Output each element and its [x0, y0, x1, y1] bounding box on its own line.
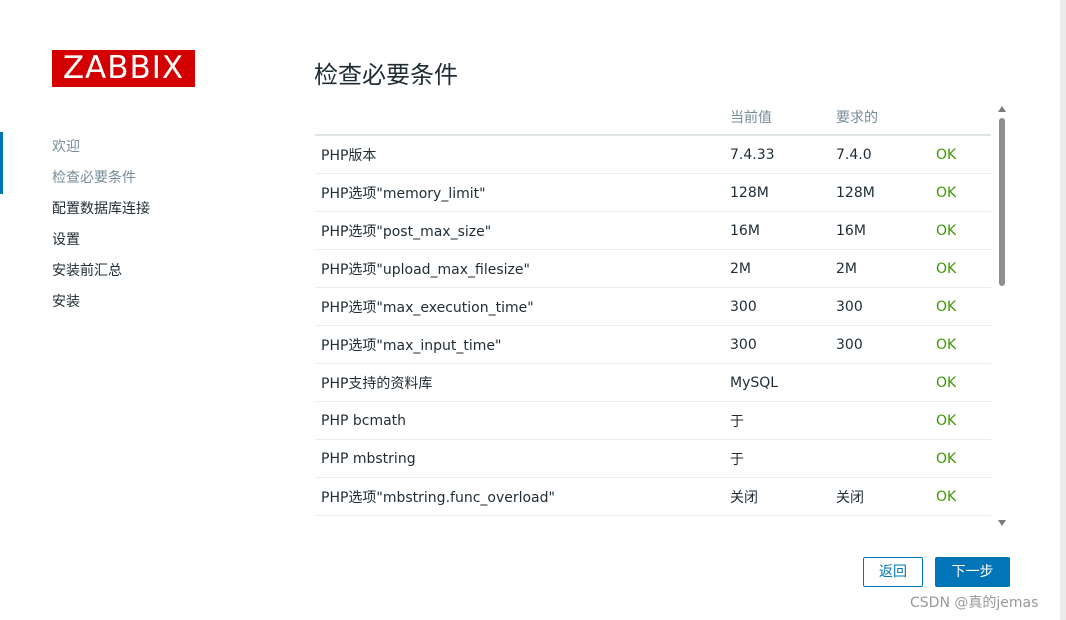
- required-value: 16M: [836, 211, 936, 250]
- requirement-name: PHP mbstring: [315, 439, 730, 478]
- current-value: 128M: [730, 173, 836, 212]
- csdn-watermark: CSDN @真的jemas: [910, 595, 1039, 611]
- current-value: 7.4.33: [730, 135, 836, 174]
- required-value: 关闭: [836, 477, 936, 516]
- required-value: [836, 401, 936, 440]
- zabbix-logo: ZABBIX: [52, 50, 195, 87]
- required-value: [836, 363, 936, 402]
- requirement-name: PHP选项"upload_max_filesize": [315, 249, 730, 288]
- scroll-down-arrow-icon[interactable]: [998, 520, 1006, 526]
- table-header-row: 当前值 要求的: [315, 100, 991, 136]
- next-step-button[interactable]: 下一步: [935, 557, 1010, 587]
- status-ok: OK: [936, 439, 991, 478]
- window-edge: [1060, 0, 1066, 620]
- header-requirement: [315, 100, 730, 136]
- required-value: 7.4.0: [836, 135, 936, 174]
- status-ok: OK: [936, 135, 991, 174]
- table-row: PHP选项"max_execution_time" 300 300 OK: [315, 287, 991, 326]
- current-value: 16M: [730, 211, 836, 250]
- status-ok: OK: [936, 173, 991, 212]
- table-row: PHP选项"max_input_time" 300 300 OK: [315, 325, 991, 364]
- status-ok: OK: [936, 325, 991, 364]
- nav-step-welcome[interactable]: 欢迎: [52, 136, 150, 167]
- nav-step-check-prerequisites[interactable]: 检查必要条件: [52, 167, 150, 198]
- nav-step-install: 安装: [52, 294, 80, 310]
- status-ok: OK: [936, 401, 991, 440]
- current-value: 关闭: [730, 477, 836, 516]
- requirement-name: PHP选项"max_execution_time": [315, 287, 730, 326]
- current-value: 300: [730, 287, 836, 326]
- requirement-name: PHP选项"post_max_size": [315, 211, 730, 250]
- requirement-name: PHP bcmath: [315, 401, 730, 440]
- required-value: 2M: [836, 249, 936, 288]
- active-step-indicator: [0, 132, 3, 194]
- status-ok: OK: [936, 211, 991, 250]
- requirement-name: PHP版本: [315, 135, 730, 174]
- nav-step-db-connection: 配置数据库连接: [52, 201, 150, 217]
- scrollbar-thumb[interactable]: [999, 118, 1005, 286]
- page-title: 检查必要条件: [314, 61, 458, 89]
- table-row: PHP选项"post_max_size" 16M 16M OK: [315, 211, 991, 250]
- status-ok: OK: [936, 249, 991, 288]
- nav-step-settings: 设置: [52, 232, 80, 248]
- current-value: 300: [730, 325, 836, 364]
- required-value: 300: [836, 287, 936, 326]
- back-button[interactable]: 返回: [863, 557, 923, 587]
- header-current-value: 当前值: [730, 100, 836, 136]
- status-ok: OK: [936, 287, 991, 326]
- table-scrollbar[interactable]: [998, 103, 1007, 527]
- prerequisites-table: 当前值 要求的 PHP版本 7.4.33 7.4.0 OK PHP选项"memo…: [315, 100, 991, 516]
- table-row: PHP版本 7.4.33 7.4.0 OK: [315, 135, 991, 174]
- header-required-value: 要求的: [836, 100, 936, 136]
- table-row: PHP bcmath 于 OK: [315, 401, 991, 440]
- current-value: 于: [730, 439, 836, 478]
- table-row: PHP选项"upload_max_filesize" 2M 2M OK: [315, 249, 991, 288]
- table-row: PHP支持的资料库 MySQL OK: [315, 363, 991, 402]
- current-value: 于: [730, 401, 836, 440]
- requirement-name: PHP选项"mbstring.func_overload": [315, 477, 730, 516]
- required-value: 300: [836, 325, 936, 364]
- setup-steps-nav: 欢迎 检查必要条件 配置数据库连接 设置 安装前汇总 安装: [52, 136, 150, 322]
- header-status: [936, 100, 991, 136]
- required-value: [836, 439, 936, 478]
- required-value: 128M: [836, 173, 936, 212]
- requirement-name: PHP支持的资料库: [315, 363, 730, 402]
- nav-step-pre-install-summary: 安装前汇总: [52, 263, 122, 279]
- requirement-name: PHP选项"memory_limit": [315, 173, 730, 212]
- current-value: MySQL: [730, 363, 836, 402]
- scroll-up-arrow-icon[interactable]: [998, 106, 1006, 112]
- table-row: PHP mbstring 于 OK: [315, 439, 991, 478]
- requirement-name: PHP选项"max_input_time": [315, 325, 730, 364]
- status-ok: OK: [936, 477, 991, 516]
- prerequisites-table-container[interactable]: 当前值 要求的 PHP版本 7.4.33 7.4.0 OK PHP选项"memo…: [315, 100, 991, 516]
- table-row: PHP选项"memory_limit" 128M 128M OK: [315, 173, 991, 212]
- status-ok: OK: [936, 363, 991, 402]
- table-row: PHP选项"mbstring.func_overload" 关闭 关闭 OK: [315, 477, 991, 516]
- current-value: 2M: [730, 249, 836, 288]
